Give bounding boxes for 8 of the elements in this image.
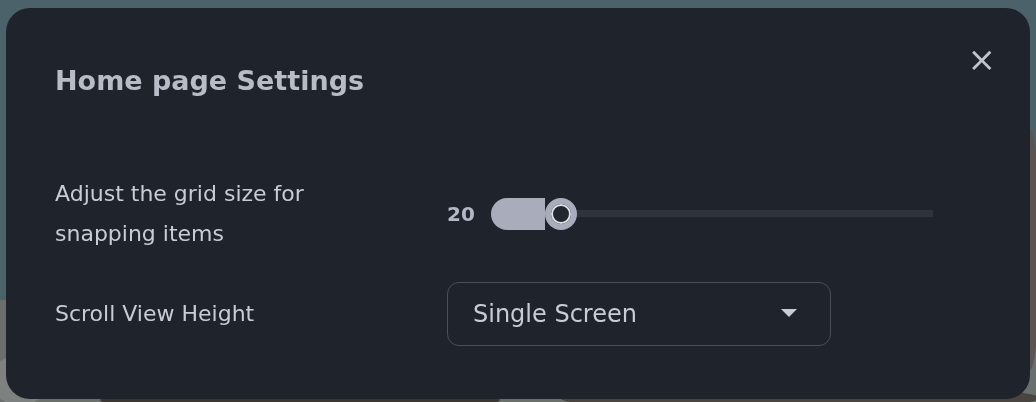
- slider-value: 20: [447, 200, 475, 228]
- setting-label: Scroll View Height: [55, 299, 256, 328]
- slider-thumb[interactable]: [544, 197, 577, 230]
- caret-icon: [781, 309, 797, 318]
- setting-label: Adjust the grid size for snapping items: [55, 179, 305, 248]
- close-button[interactable]: ×: [967, 42, 996, 76]
- select-dropdown[interactable]: Single Screen: [447, 281, 831, 346]
- dialog-title: Home page Settings: [55, 64, 366, 98]
